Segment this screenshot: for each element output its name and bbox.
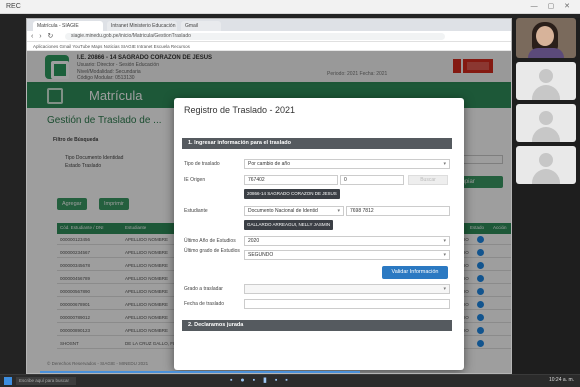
ultimo-grado-select[interactable]: SEGUNDO ▾ bbox=[244, 250, 450, 260]
address-bar-row: ‹ › ↻ siagie.minedu.gob.pe/inicio/Matric… bbox=[27, 31, 511, 42]
bookmarks-bar[interactable]: Aplicaciones Gmail YouTube Maps Noticias… bbox=[27, 42, 511, 51]
window-controls[interactable]: — ▢ ✕ bbox=[531, 2, 574, 10]
taskbar-apps-icon[interactable]: ▪ ● ▪ ▮ ▪ ▪ bbox=[230, 376, 291, 384]
tipo-traslado-label: Tipo de traslado bbox=[184, 161, 220, 167]
documento-tipo-value: Documento Nacional de Identid bbox=[248, 208, 318, 214]
avatar-icon bbox=[539, 69, 553, 83]
registro-traslado-modal: Registro de Traslado - 2021 1. Ingresar … bbox=[174, 98, 464, 370]
modal-title: Registro de Traslado - 2021 bbox=[184, 105, 296, 115]
taskbar: Escribe aquí para buscar ▪ ● ▪ ▮ ▪ ▪ 10:… bbox=[0, 374, 580, 387]
video-call-stage: REC — ▢ ✕ Matrícula - SIAGIE Intranet Mi… bbox=[0, 0, 580, 387]
browser-tab[interactable]: Matrícula - SIAGIE bbox=[33, 21, 103, 31]
browser-tab-bar: Matrícula - SIAGIE Intranet Ministerio E… bbox=[27, 19, 511, 31]
tipo-traslado-select[interactable]: Por cambio de año ▾ bbox=[244, 159, 450, 169]
ie-origen-input[interactable]: 767402 bbox=[244, 175, 338, 185]
ie-origen-result-chip: 20866-14 SAGRADO CORAZON DE JESUS bbox=[244, 189, 340, 199]
avatar-icon bbox=[539, 111, 553, 125]
meeting-top-strip: REC — ▢ ✕ bbox=[0, 0, 580, 14]
browser-nav-icons[interactable]: ‹ › ↻ bbox=[31, 32, 55, 40]
validar-informacion-button[interactable]: Validar Información bbox=[382, 266, 448, 279]
ultimo-grado-label: Último grado de Estudios bbox=[184, 248, 240, 254]
fecha-traslado-input[interactable] bbox=[244, 299, 450, 309]
taskbar-search[interactable]: Escribe aquí para buscar bbox=[16, 377, 76, 385]
participant-avatar-tile[interactable] bbox=[516, 62, 576, 100]
grado-trasladar-label: Grado a trasladar bbox=[184, 286, 223, 292]
ie-origen-label: IE Origen bbox=[184, 177, 206, 183]
browser-tab[interactable]: Gmail bbox=[181, 21, 221, 31]
chevron-down-icon: ▾ bbox=[443, 252, 446, 258]
ultimo-anio-select[interactable]: 2020 ▾ bbox=[244, 236, 450, 246]
fecha-traslado-label: Fecha de traslado bbox=[184, 301, 225, 307]
avatar-body bbox=[532, 169, 560, 184]
estudiante-result-chip: GALLARDO ARREAGUI, NELLY JASMIN bbox=[244, 220, 334, 230]
avatar-icon bbox=[539, 153, 553, 167]
participants-panel bbox=[512, 18, 580, 374]
ultimo-grado-value: SEGUNDO bbox=[248, 252, 274, 258]
participant-avatar-tile[interactable] bbox=[516, 146, 576, 184]
documento-numero-input[interactable]: 7698 7812 bbox=[346, 206, 450, 216]
estudiante-label: Estudiante bbox=[184, 208, 208, 214]
start-icon[interactable] bbox=[4, 377, 12, 385]
buscar-button[interactable]: Buscar bbox=[408, 175, 448, 185]
section-header: 1. Ingresar información para el traslado bbox=[182, 138, 452, 149]
documento-tipo-select[interactable]: Documento Nacional de Identid ▾ bbox=[244, 206, 344, 216]
ultimo-anio-label: Último Año de Estudios bbox=[184, 238, 236, 244]
chevron-down-icon: ▾ bbox=[337, 208, 340, 214]
progress-line bbox=[40, 371, 360, 373]
recording-label: REC bbox=[6, 3, 21, 10]
participant-face bbox=[536, 26, 554, 46]
chevron-down-icon: ▾ bbox=[443, 286, 446, 292]
url-field[interactable]: siagie.minedu.gob.pe/inicio/Matricula/Ge… bbox=[65, 33, 445, 40]
tipo-traslado-value: Por cambio de año bbox=[248, 161, 290, 167]
participant-shirt bbox=[528, 48, 564, 58]
grado-trasladar-select[interactable]: ▾ bbox=[244, 284, 450, 294]
taskbar-clock: 10:24 a. m. bbox=[548, 377, 574, 383]
avatar-body bbox=[532, 85, 560, 100]
participant-video-tile[interactable] bbox=[516, 18, 576, 58]
chevron-down-icon: ▾ bbox=[443, 238, 446, 244]
avatar-body bbox=[532, 127, 560, 142]
browser-tab[interactable]: Intranet Ministerio Educación bbox=[107, 21, 177, 31]
ie-origen-anexo-input[interactable]: 0 bbox=[340, 175, 404, 185]
ultimo-anio-value: 2020 bbox=[248, 238, 260, 244]
chevron-down-icon: ▾ bbox=[443, 161, 446, 167]
section-header: 2. Declaramos jurada bbox=[182, 320, 452, 331]
participant-avatar-tile[interactable] bbox=[516, 104, 576, 142]
shared-browser-window: Matrícula - SIAGIE Intranet Ministerio E… bbox=[26, 18, 512, 374]
